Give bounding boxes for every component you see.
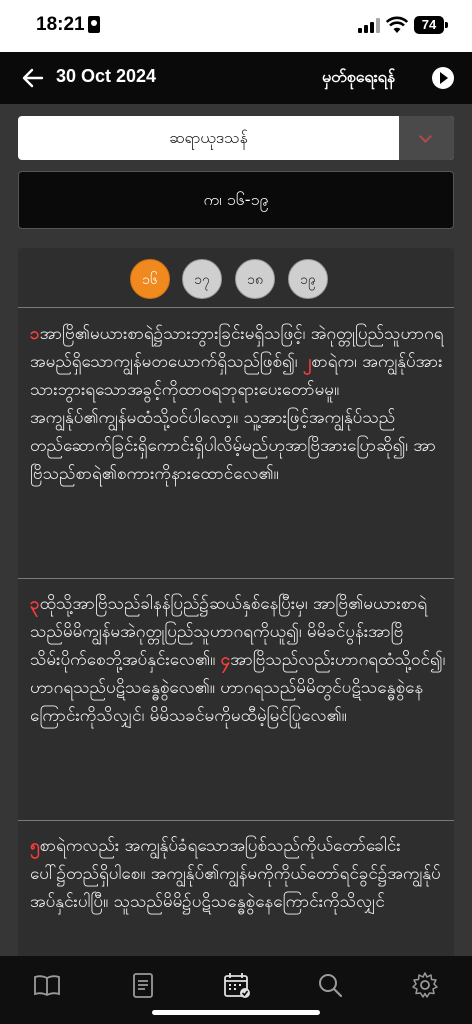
verse-text: စာရဲကလည်း အကျွန်ုပ်ခံရသောအပြစ်သည်ကိုယ်တေ…	[30, 836, 441, 912]
verse-chip[interactable]: ၁၈	[235, 259, 275, 299]
book-select-toggle[interactable]	[399, 116, 454, 160]
chevron-down-icon	[419, 130, 432, 143]
bible-icon[interactable]	[32, 970, 62, 1000]
signal-icon	[358, 18, 380, 33]
back-arrow-icon[interactable]	[22, 68, 44, 88]
book-select-value[interactable]: ဆရာယုဒသန်	[18, 116, 399, 160]
battery-indicator: 74	[414, 16, 448, 34]
verse-number: ၅	[30, 836, 40, 856]
app-header: 30 Oct 2024 မှတ်စုရေးရန်	[0, 52, 472, 104]
divider	[18, 578, 454, 579]
content-area: ဆရာယုဒသန် က၊ ၁၆-၁၉ ၁၆ ၁၇ ၁၈ ၁၉ ၁အာဗြိ၏မယ…	[0, 104, 472, 956]
status-time: 18:21	[36, 14, 85, 35]
book-select[interactable]: ဆရာယုဒသန်	[18, 116, 454, 160]
status-bar: 18:21 74	[0, 0, 472, 52]
wifi-icon	[386, 16, 408, 33]
verse-number: ၃	[30, 594, 40, 614]
verse-chip[interactable]: ၁၆	[130, 259, 170, 299]
write-note-link[interactable]: မှတ်စုရေးရန်	[322, 66, 395, 90]
home-indicator	[152, 1010, 320, 1015]
verse-number: ၁	[30, 324, 40, 344]
header-date: 30 Oct 2024	[56, 66, 157, 86]
paragraph: ၅စာရဲကလည်း အကျွန်ုပ်ခံရသောအပြစ်သည်ကိုယ်တ…	[30, 832, 446, 952]
verse-chip[interactable]: ၁၉	[288, 259, 328, 299]
paragraph: ၁အာဗြိ၏မယားစာရဲ၌သားဘွားခြင်းမရှိသဖြင့်၊ …	[30, 320, 446, 572]
verse-chip-row: ၁၆ ၁၇ ၁၈ ၁၉	[18, 248, 454, 308]
paragraph: ၃ထိုသို့အာဗြိသည်ခါနန်ပြည်၌ဆယ်နှစ်နေပြီးမ…	[30, 590, 446, 814]
verse-chip[interactable]: ၁၇	[182, 259, 222, 299]
calendar-icon[interactable]	[222, 970, 252, 1000]
reference-box: က၊ ၁၆-၁၉	[18, 171, 454, 229]
scripture-reader: ၁၆ ၁၇ ၁၈ ၁၉ ၁အာဗြိ၏မယားစာရဲ၌သားဘွားခြင်း…	[18, 248, 454, 956]
play-icon[interactable]	[432, 67, 454, 89]
gear-icon[interactable]	[410, 970, 440, 1000]
divider	[18, 820, 454, 821]
verse-number: ၄	[220, 650, 231, 670]
id-card-icon	[88, 16, 100, 33]
notes-icon[interactable]	[128, 970, 158, 1000]
verse-number: ၂	[302, 352, 312, 372]
search-icon[interactable]	[315, 970, 345, 1000]
